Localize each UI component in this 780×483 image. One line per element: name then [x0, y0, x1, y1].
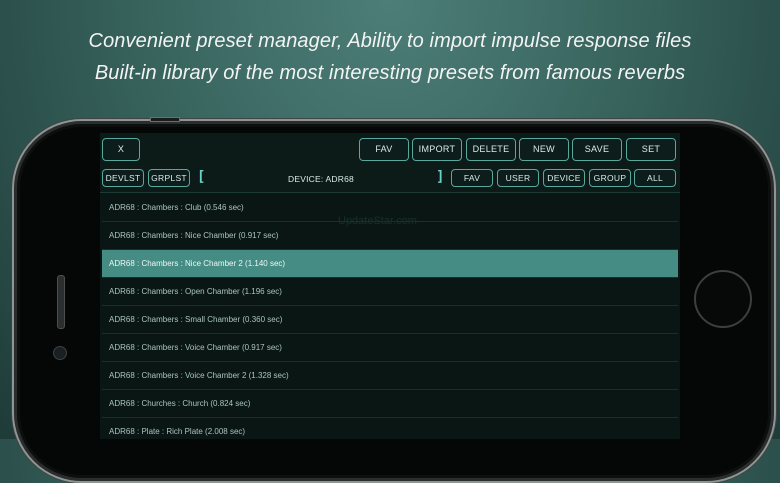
preset-list: ADR68 : Chambers : Club (0.546 sec) ADR68…	[100, 194, 680, 439]
save-button[interactable]: SAVE	[572, 138, 622, 161]
filter-fav-button[interactable]: FAV	[451, 169, 493, 187]
preset-label: ADR68 : Chambers : Club (0.546 sec)	[109, 203, 244, 212]
preset-label: ADR68 : Chambers : Nice Chamber (0.917 s…	[109, 231, 279, 240]
phone-top-button	[150, 117, 180, 122]
preset-label: ADR68 : Chambers : Open Chamber (1.196 s…	[109, 287, 282, 296]
set-button[interactable]: SET	[626, 138, 676, 161]
preset-row[interactable]: ADR68 : Chambers : Open Chamber (1.196 s…	[102, 278, 678, 306]
phone-speaker	[57, 275, 65, 329]
watermark: UpdateStar.com	[338, 215, 417, 227]
filter-all-button[interactable]: ALL	[634, 169, 676, 187]
preset-row[interactable]: ADR68 : Churches : Church (0.824 sec)	[102, 390, 678, 418]
devlst-button[interactable]: DEVLST	[102, 169, 144, 187]
preset-label: ADR68 : Chambers : Small Chamber (0.360 …	[109, 315, 283, 324]
preset-label: ADR68 : Chambers : Voice Chamber 2 (1.32…	[109, 371, 289, 380]
grplst-button[interactable]: GRPLST	[148, 169, 190, 187]
filter-user-button[interactable]: USER	[497, 169, 539, 187]
preset-label: ADR68 : Churches : Church (0.824 sec)	[109, 399, 251, 408]
device-label: DEVICE: ADR68	[288, 174, 354, 184]
preset-row[interactable]: ADR68 : Chambers : Small Chamber (0.360 …	[102, 306, 678, 334]
new-button[interactable]: NEW	[519, 138, 569, 161]
close-button[interactable]: X	[102, 138, 140, 161]
headline-line-1: Convenient preset manager, Ability to im…	[88, 30, 692, 52]
preset-label: ADR68 : Chambers : Voice Chamber (0.917 …	[109, 343, 282, 352]
filter-device-button[interactable]: DEVICE	[543, 169, 585, 187]
bracket-close: ]	[436, 169, 445, 185]
delete-button[interactable]: DELETE	[466, 138, 516, 161]
app-screen: X FAV IMPORT DELETE NEW SAVE SET DEVLST …	[100, 133, 680, 439]
preset-row[interactable]: ADR68 : Chambers : Voice Chamber 2 (1.32…	[102, 362, 678, 390]
preset-row[interactable]: ADR68 : Chambers : Nice Chamber 2 (1.140…	[102, 250, 678, 278]
import-button[interactable]: IMPORT	[412, 138, 462, 161]
bracket-open: [	[197, 169, 206, 185]
phone-home-button	[694, 270, 752, 328]
headline-line-2: Built-in library of the most interesting…	[94, 62, 686, 84]
preset-row[interactable]: ADR68 : Plate : Rich Plate (2.008 sec)	[102, 418, 678, 439]
preset-label: ADR68 : Plate : Rich Plate (2.008 sec)	[109, 427, 246, 436]
phone-camera	[53, 346, 67, 360]
fav-button[interactable]: FAV	[359, 138, 409, 161]
filter-bar: DEVLST GRPLST [ DEVICE: ADR68 ] FAV USER…	[100, 165, 680, 193]
preset-label: ADR68 : Chambers : Nice Chamber 2 (1.140…	[109, 259, 286, 268]
toolbar: X FAV IMPORT DELETE NEW SAVE SET	[100, 133, 680, 166]
filter-group-button[interactable]: GROUP	[589, 169, 631, 187]
preset-row[interactable]: ADR68 : Chambers : Voice Chamber (0.917 …	[102, 334, 678, 362]
